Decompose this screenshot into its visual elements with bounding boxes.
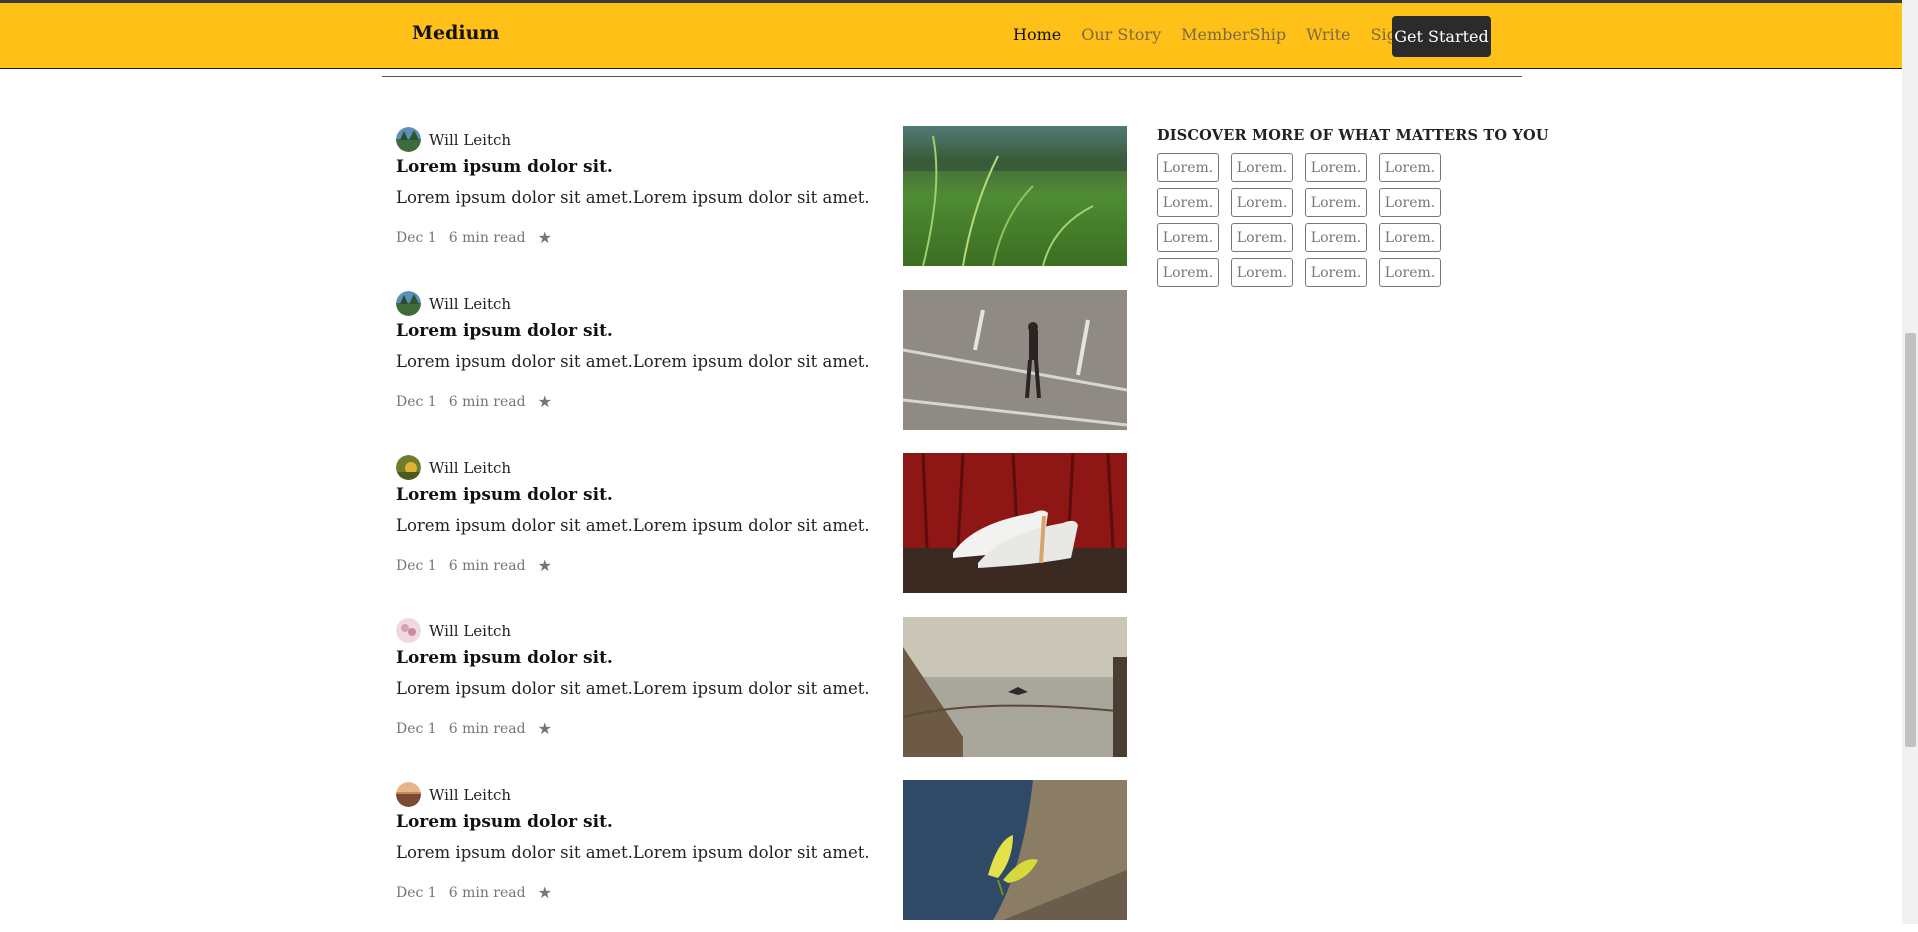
author-name[interactable]: Will Leitch [429,786,511,804]
read-time: 6 min read [448,720,526,737]
navbar: Medium Home Our Story MemberShip Write S… [0,3,1902,69]
read-time: 6 min read [448,229,526,246]
star-icon[interactable]: ★ [538,228,552,247]
nav-links: Home Our Story MemberShip Write Sign In [1013,25,1449,44]
nav-link-membership[interactable]: MemberShip [1181,25,1286,44]
read-time: 6 min read [448,393,526,410]
author-row: Will Leitch [396,127,511,152]
article-date: Dec 1 [396,557,437,574]
scrollbar-thumb[interactable] [1905,333,1916,747]
topic-tags: Lorem. Lorem. Lorem. Lorem. Lorem. Lorem… [1157,153,1441,287]
article-thumbnail-pier[interactable] [903,617,1127,757]
article-excerpt: Lorem ipsum dolor sit amet.Lorem ipsum d… [396,188,870,207]
author-name[interactable]: Will Leitch [429,459,511,477]
topic-tag[interactable]: Lorem. [1231,223,1293,252]
topic-tag[interactable]: Lorem. [1157,188,1219,217]
topic-tag[interactable]: Lorem. [1231,153,1293,182]
article-title[interactable]: Lorem ipsum dolor sit. [396,157,613,177]
article-thumbnail-road[interactable] [903,290,1127,430]
read-time: 6 min read [448,884,526,901]
topic-tag[interactable]: Lorem. [1305,153,1367,182]
topic-tag[interactable]: Lorem. [1231,188,1293,217]
author-avatar [396,291,421,316]
discover-heading: DISCOVER MORE OF WHAT MATTERS TO YOU [1157,127,1549,144]
nav-link-our-story[interactable]: Our Story [1081,25,1161,44]
article-excerpt: Lorem ipsum dolor sit amet.Lorem ipsum d… [396,843,870,862]
author-avatar [396,455,421,480]
topic-tag[interactable]: Lorem. [1157,258,1219,287]
author-avatar [396,127,421,152]
topic-tag[interactable]: Lorem. [1231,258,1293,287]
article-thumbnail-grass[interactable] [903,126,1127,266]
star-icon[interactable]: ★ [538,392,552,411]
author-avatar [396,782,421,807]
article-meta: Dec 1 6 min read ★ [396,228,552,247]
topic-tag[interactable]: Lorem. [1157,223,1219,252]
article-meta: Dec 1 6 min read ★ [396,556,552,575]
article-excerpt: Lorem ipsum dolor sit amet.Lorem ipsum d… [396,679,870,698]
section-divider [382,76,1522,77]
star-icon[interactable]: ★ [538,719,552,738]
read-time: 6 min read [448,557,526,574]
topic-tag[interactable]: Lorem. [1305,258,1367,287]
article-meta: Dec 1 6 min read ★ [396,883,552,902]
article-meta: Dec 1 6 min read ★ [396,392,552,411]
author-name[interactable]: Will Leitch [429,131,511,149]
author-row: Will Leitch [396,782,511,807]
nav-link-write[interactable]: Write [1306,25,1350,44]
article-thumbnail-shoes[interactable] [903,453,1127,593]
star-icon[interactable]: ★ [538,556,552,575]
author-row: Will Leitch [396,291,511,316]
star-icon[interactable]: ★ [538,883,552,902]
article-date: Dec 1 [396,229,437,246]
article-meta: Dec 1 6 min read ★ [396,719,552,738]
article-title[interactable]: Lorem ipsum dolor sit. [396,648,613,668]
topic-tag[interactable]: Lorem. [1157,153,1219,182]
author-name[interactable]: Will Leitch [429,622,511,640]
topic-tag[interactable]: Lorem. [1379,188,1441,217]
article-excerpt: Lorem ipsum dolor sit amet.Lorem ipsum d… [396,352,870,371]
article-thumbnail-leaf[interactable] [903,780,1127,920]
topic-tag[interactable]: Lorem. [1305,188,1367,217]
get-started-button[interactable]: Get Started [1392,16,1491,57]
brand-logo[interactable]: Medium [412,22,500,44]
article-date: Dec 1 [396,884,437,901]
topic-tag[interactable]: Lorem. [1379,258,1441,287]
topic-tag[interactable]: Lorem. [1305,223,1367,252]
topic-tag[interactable]: Lorem. [1379,153,1441,182]
article-title[interactable]: Lorem ipsum dolor sit. [396,485,613,505]
author-row: Will Leitch [396,618,511,643]
article-date: Dec 1 [396,393,437,410]
article-excerpt: Lorem ipsum dolor sit amet.Lorem ipsum d… [396,516,870,535]
author-name[interactable]: Will Leitch [429,295,511,313]
article-title[interactable]: Lorem ipsum dolor sit. [396,321,613,341]
nav-link-home[interactable]: Home [1013,25,1061,44]
author-avatar [396,618,421,643]
article-title[interactable]: Lorem ipsum dolor sit. [396,812,613,832]
article-date: Dec 1 [396,720,437,737]
author-row: Will Leitch [396,455,511,480]
topic-tag[interactable]: Lorem. [1379,223,1441,252]
